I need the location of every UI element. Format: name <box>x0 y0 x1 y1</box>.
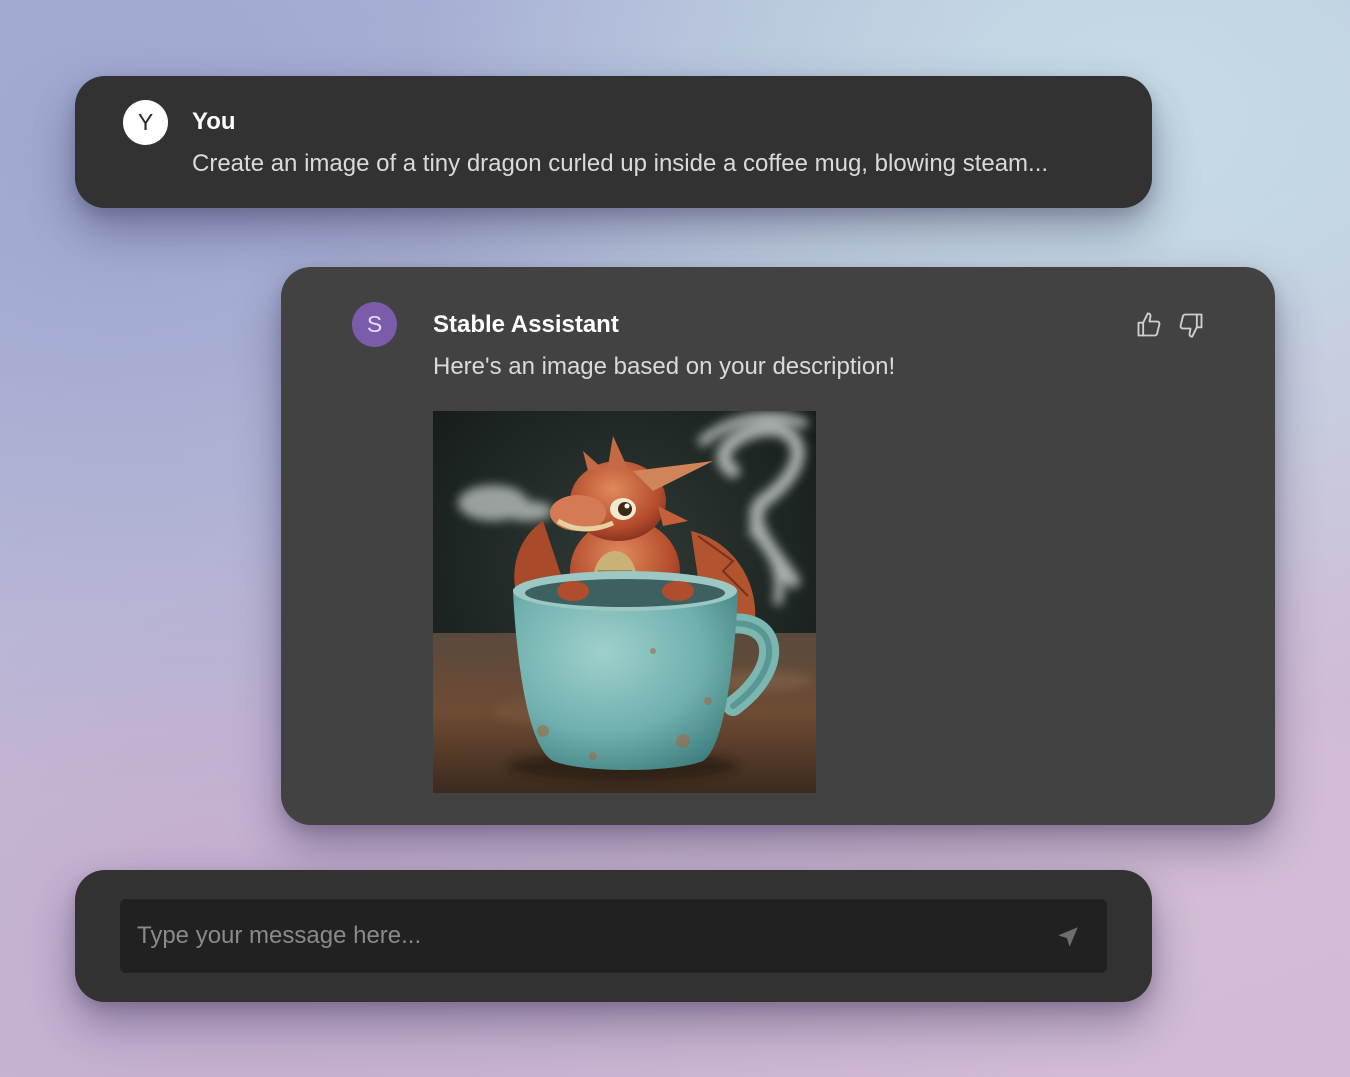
send-button[interactable] <box>1055 924 1081 950</box>
assistant-sender-name: Stable Assistant <box>433 311 619 339</box>
user-message-text: Create an image of a tiny dragon curled … <box>192 150 1048 178</box>
user-message-card: Y You Create an image of a tiny dragon c… <box>75 76 1152 208</box>
assistant-avatar: S <box>352 302 397 347</box>
thumbs-down-icon <box>1177 311 1205 339</box>
dragon-mug-illustration <box>433 411 816 793</box>
user-avatar: Y <box>123 100 168 145</box>
send-icon <box>1055 924 1081 950</box>
composer-card <box>75 870 1152 1002</box>
generated-dragon-image[interactable] <box>433 411 816 793</box>
thumbs-up-button[interactable] <box>1135 311 1163 339</box>
thumbs-down-button[interactable] <box>1177 311 1205 339</box>
assistant-message-text: Here's an image based on your descriptio… <box>433 353 895 381</box>
message-input[interactable] <box>120 899 1107 973</box>
thumbs-up-icon <box>1135 311 1163 339</box>
user-sender-name: You <box>192 108 236 136</box>
assistant-message-card: S Stable Assistant Here's an image based… <box>281 267 1275 825</box>
